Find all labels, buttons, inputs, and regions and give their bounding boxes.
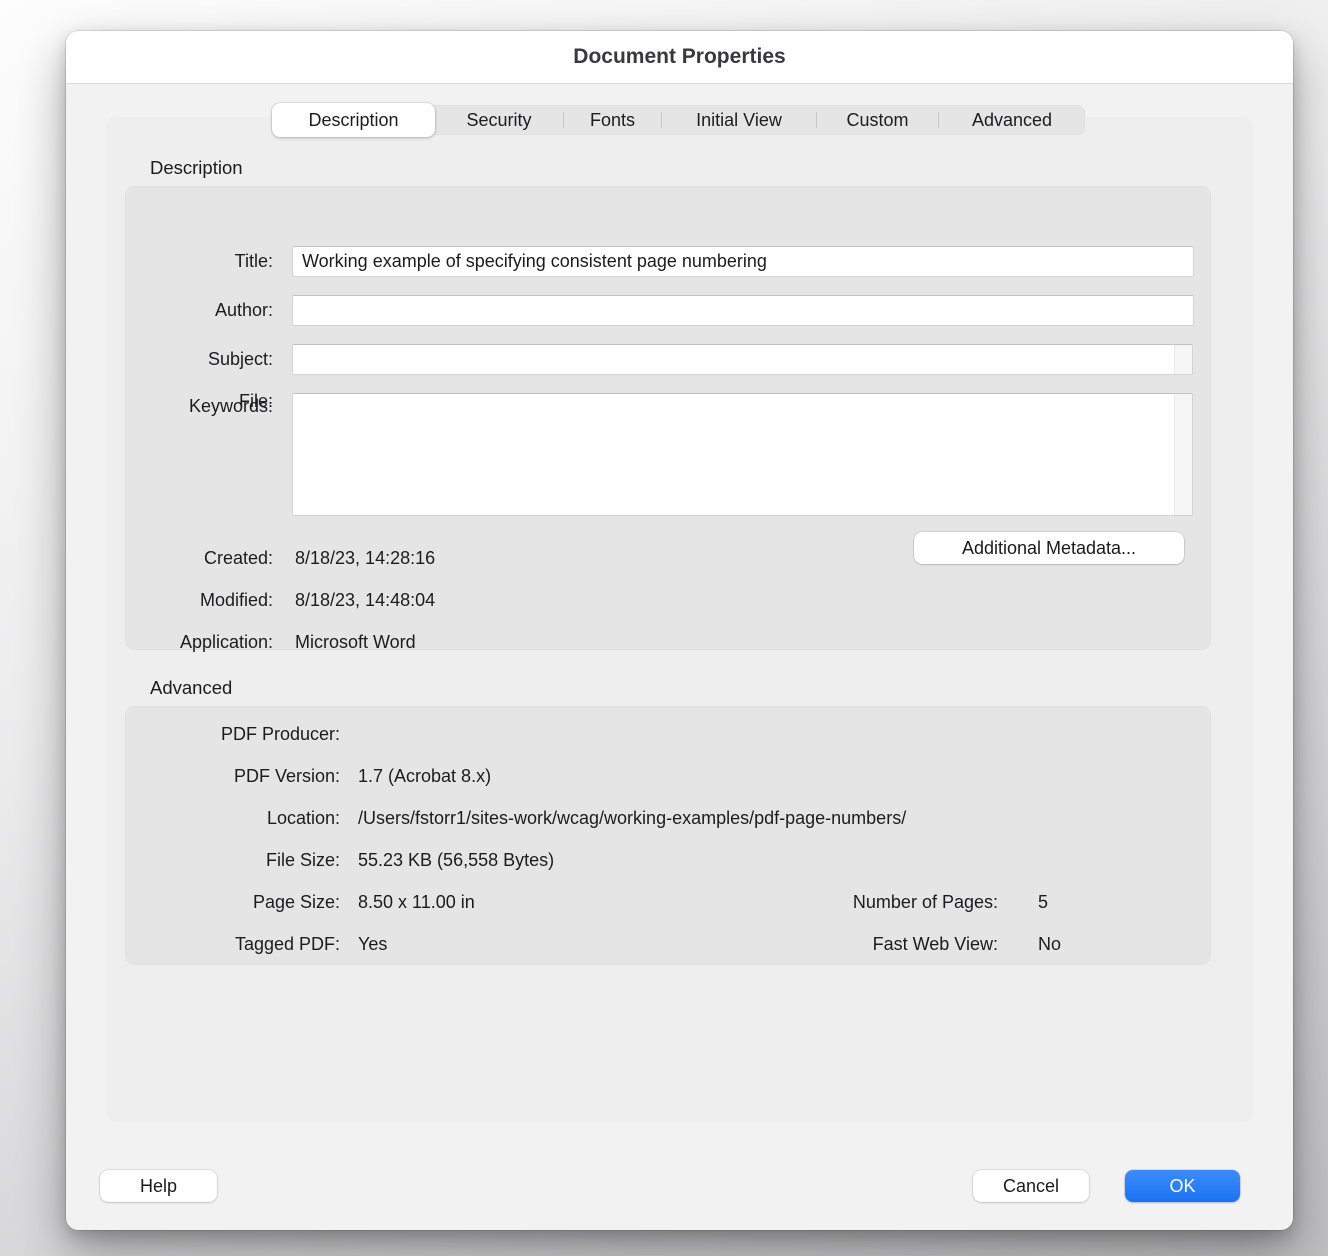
title-input[interactable] — [292, 246, 1194, 277]
author-label: Author: — [125, 297, 273, 323]
keywords-textarea[interactable] — [293, 394, 1174, 515]
advanced-groupbox: PDF Producer: PDF Version: 1.7 (Acrobat … — [125, 706, 1211, 965]
application-value: Microsoft Word — [295, 629, 416, 655]
fast-web-view-label: Fast Web View: — [598, 931, 998, 957]
number-of-pages-value: 5 — [1038, 889, 1048, 915]
tab-custom[interactable]: Custom — [817, 105, 938, 135]
file-size-label: File Size: — [125, 847, 340, 873]
tab-description[interactable]: Description — [272, 103, 435, 137]
help-button[interactable]: Help — [100, 1170, 217, 1202]
document-properties-dialog: Document Properties Description File: pa… — [66, 31, 1293, 1230]
fast-web-view-value: No — [1038, 931, 1061, 957]
title-label: Title: — [125, 248, 273, 274]
description-groupbox: File: page-numbers.pdf Title: Author: Su… — [125, 186, 1211, 650]
advanced-section-heading: Advanced — [150, 675, 232, 701]
tagged-pdf-value: Yes — [358, 931, 387, 957]
file-size-value: 55.23 KB (56,558 Bytes) — [358, 847, 554, 873]
subject-field-wrap — [292, 344, 1193, 375]
cancel-button[interactable]: Cancel — [973, 1170, 1089, 1202]
description-section-heading: Description — [150, 155, 243, 181]
subject-label: Subject: — [125, 346, 273, 372]
application-label: Application: — [125, 629, 273, 655]
tab-bar: Description Security Fonts Initial View … — [272, 103, 1085, 137]
pdf-version-label: PDF Version: — [125, 763, 340, 789]
modified-label: Modified: — [125, 587, 273, 613]
subject-input[interactable] — [293, 345, 1174, 374]
author-input[interactable] — [292, 295, 1194, 326]
modified-value: 8/18/23, 14:48:04 — [295, 587, 435, 613]
ok-button[interactable]: OK — [1125, 1170, 1240, 1202]
pdf-version-value: 1.7 (Acrobat 8.x) — [358, 763, 491, 789]
tab-fonts[interactable]: Fonts — [564, 105, 661, 135]
keywords-field-wrap — [292, 393, 1193, 516]
page-size-label: Page Size: — [125, 889, 340, 915]
tagged-pdf-label: Tagged PDF: — [125, 931, 340, 957]
created-label: Created: — [125, 545, 273, 571]
tab-security[interactable]: Security — [435, 105, 563, 135]
dialog-title: Document Properties — [573, 45, 785, 69]
keywords-label: Keywords: — [125, 393, 273, 419]
location-value: /Users/fstorr1/sites-work/wcag/working-e… — [358, 805, 906, 831]
keywords-scrollbar[interactable] — [1174, 394, 1192, 515]
tab-advanced[interactable]: Advanced — [939, 105, 1085, 135]
titlebar[interactable]: Document Properties — [66, 31, 1293, 84]
created-value: 8/18/23, 14:28:16 — [295, 545, 435, 571]
pdf-producer-label: PDF Producer: — [125, 721, 340, 747]
subject-scrollbar[interactable] — [1174, 345, 1192, 374]
page-size-value: 8.50 x 11.00 in — [358, 889, 475, 915]
location-label: Location: — [125, 805, 340, 831]
number-of-pages-label: Number of Pages: — [598, 889, 998, 915]
additional-metadata-button[interactable]: Additional Metadata... — [914, 532, 1184, 564]
tab-content-panel: Description File: page-numbers.pdf Title… — [106, 117, 1253, 1122]
tab-initial-view[interactable]: Initial View — [662, 105, 816, 135]
